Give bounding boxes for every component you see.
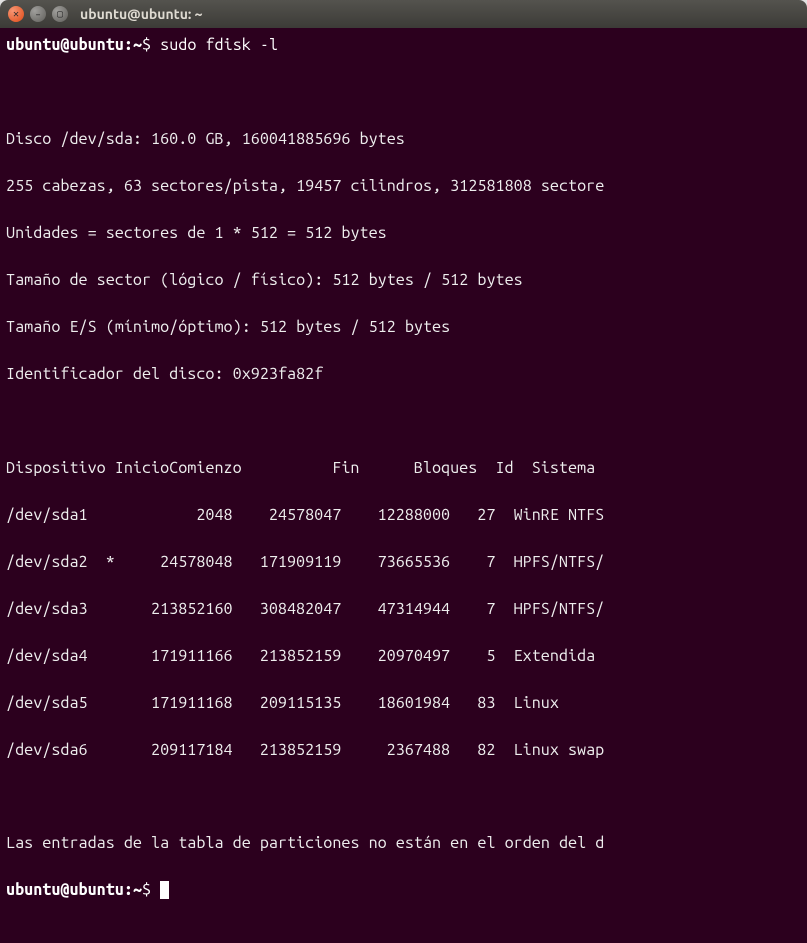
hdr-end: Fin <box>269 457 360 480</box>
minimize-icon[interactable]: – <box>30 6 46 22</box>
disk-line-1: Disco /dev/sda: 160.0 GB, 160041885696 b… <box>6 128 801 151</box>
prompt-sep: : <box>124 881 133 899</box>
window-title: ubuntu@ubuntu: ~ <box>80 6 203 22</box>
prompt-path: ~ <box>133 881 142 899</box>
hdr-blocks: Bloques <box>359 457 477 480</box>
disk-line-2: 255 cabezas, 63 sectores/pista, 19457 ci… <box>6 175 801 198</box>
table-row: /dev/sda51719111682091151351860198483Lin… <box>6 692 801 715</box>
hdr-boot: Inicio <box>115 457 169 480</box>
prompt-path: ~ <box>133 36 142 54</box>
table-row: /dev/sda6209117184213852159236748882Linu… <box>6 739 801 762</box>
blank-line <box>6 786 801 809</box>
table-row: /dev/sda4171911166213852159209704975Exte… <box>6 645 801 668</box>
table-row: /dev/sda12048245780471228800027WinRE NTF… <box>6 504 801 527</box>
cursor-icon <box>160 881 169 899</box>
table-header: DispositivoInicioComienzoFinBloquesIdSis… <box>6 457 801 480</box>
prompt-symbol: $ <box>142 36 151 54</box>
hdr-start: Comienzo <box>169 457 269 480</box>
command-text: sudo fdisk -l <box>160 36 278 54</box>
terminal-body[interactable]: ubuntu@ubuntu:~$ sudo fdisk -l Disco /de… <box>0 28 807 943</box>
table-row: /dev/sda2*24578048171909119736655367HPFS… <box>6 551 801 574</box>
prompt-line-2: ubuntu@ubuntu:~$ <box>6 879 801 902</box>
disk-line-5: Tamaño E/S (mínimo/óptimo): 512 bytes / … <box>6 316 801 339</box>
terminal-window: ✕ – ▢ ubuntu@ubuntu: ~ ubuntu@ubuntu:~$ … <box>0 0 807 943</box>
hdr-device: Dispositivo <box>6 457 115 480</box>
disk-line-4: Tamaño de sector (lógico / físico): 512 … <box>6 269 801 292</box>
disk-line-3: Unidades = sectores de 1 * 512 = 512 byt… <box>6 222 801 245</box>
disk-line-6: Identificador del disco: 0x923fa82f <box>6 363 801 386</box>
prompt-symbol: $ <box>142 881 151 899</box>
titlebar[interactable]: ✕ – ▢ ubuntu@ubuntu: ~ <box>0 0 807 28</box>
prompt-line: ubuntu@ubuntu:~$ sudo fdisk -l <box>6 34 801 57</box>
window-controls: ✕ – ▢ <box>8 6 68 22</box>
table-row: /dev/sda3213852160308482047473149447HPFS… <box>6 598 801 621</box>
close-icon[interactable]: ✕ <box>8 6 24 22</box>
blank-line <box>6 410 801 433</box>
prompt-user-host: ubuntu@ubuntu <box>6 881 124 899</box>
prompt-sep: : <box>124 36 133 54</box>
maximize-icon[interactable]: ▢ <box>52 6 68 22</box>
prompt-user-host: ubuntu@ubuntu <box>6 36 124 54</box>
hdr-id: Id <box>477 457 513 480</box>
footer-note: Las entradas de la tabla de particiones … <box>6 832 801 855</box>
blank-line <box>6 81 801 104</box>
hdr-system: Sistema <box>514 457 596 480</box>
